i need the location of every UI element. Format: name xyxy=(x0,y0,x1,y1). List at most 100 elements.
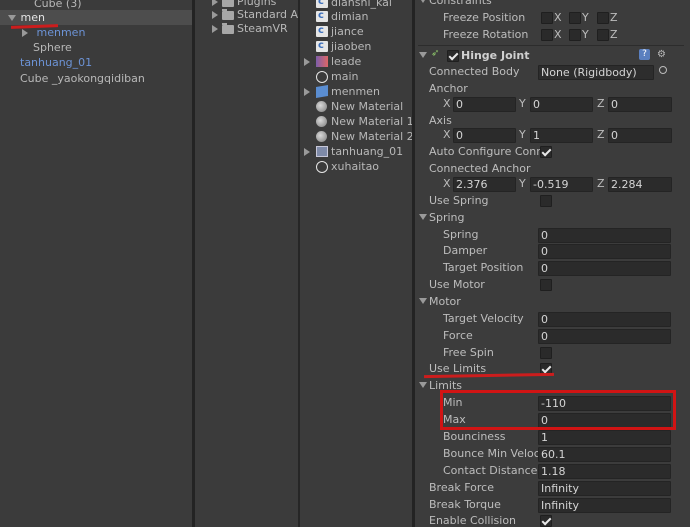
asset-item[interactable]: jiaoben xyxy=(300,38,412,54)
script-icon xyxy=(316,8,328,23)
inspector-panel: Constraints Freeze Position X Y Z Freeze… xyxy=(415,0,690,527)
connected-anchor-x-field[interactable]: 2.376 xyxy=(453,177,516,192)
axis-y-label: Y xyxy=(519,97,526,110)
connected-anchor-z-field[interactable]: 2.284 xyxy=(608,177,672,192)
enable-collision-checkbox[interactable] xyxy=(540,515,552,527)
section-divider xyxy=(418,45,690,46)
auto-configure-label: Auto Configure Conr xyxy=(429,145,541,158)
asset-item[interactable]: menmen xyxy=(300,84,412,99)
model-icon xyxy=(316,146,328,157)
auto-configure-checkbox[interactable] xyxy=(540,146,552,158)
asset-label: main xyxy=(331,70,359,83)
axis-x-field[interactable]: 0 xyxy=(453,128,516,143)
use-motor-label: Use Motor xyxy=(429,278,485,291)
project-file-list: dianshi_kai dimian jiance jiaoben leade … xyxy=(300,0,412,527)
scrollbar[interactable] xyxy=(684,0,690,527)
anchor-label: Anchor xyxy=(429,82,468,95)
axis-x-label: X xyxy=(443,97,451,110)
motor-section-label: Motor xyxy=(429,295,461,308)
connected-body-field[interactable]: None (Rigidbody) xyxy=(538,65,654,80)
folder-item[interactable]: SteamVR xyxy=(195,21,298,36)
expand-arrow-icon[interactable] xyxy=(419,298,427,304)
axis-z-label: Z xyxy=(597,128,605,141)
asset-label: xuhaitao xyxy=(331,160,380,173)
folder-item[interactable]: Standard A xyxy=(195,7,298,22)
expand-arrow-icon[interactable] xyxy=(212,11,218,19)
bounciness-field[interactable]: 1 xyxy=(538,430,671,445)
asset-item[interactable]: New Material 2 xyxy=(300,129,412,144)
contact-distance-field[interactable]: 1.18 xyxy=(538,464,671,479)
axis-y-field[interactable]: 1 xyxy=(530,128,593,143)
freeze-position-x-checkbox[interactable] xyxy=(541,12,553,24)
break-force-label: Break Force xyxy=(429,481,494,494)
expand-arrow-icon[interactable] xyxy=(419,0,427,3)
asset-item[interactable]: jiance xyxy=(300,23,412,39)
hierarchy-item-label: menmen xyxy=(36,26,86,39)
target-velocity-field[interactable]: 0 xyxy=(538,312,671,327)
bounce-min-velocity-field[interactable]: 60.1 xyxy=(538,447,671,462)
hierarchy-item-cube-yaokong[interactable]: Cube _yaokongqidiban xyxy=(0,71,192,86)
axis-y-label: Y xyxy=(582,11,589,24)
freeze-rotation-x-checkbox[interactable] xyxy=(541,29,553,41)
force-label: Force xyxy=(443,329,473,342)
folder-icon xyxy=(221,22,234,34)
anchor-x-field[interactable]: 0 xyxy=(453,97,516,112)
asset-item[interactable]: main xyxy=(300,69,412,84)
free-spin-checkbox[interactable] xyxy=(540,347,552,359)
expand-arrow-icon[interactable] xyxy=(419,382,427,388)
break-torque-label: Break Torque xyxy=(429,498,501,511)
expand-arrow-icon[interactable] xyxy=(22,29,28,37)
hierarchy-item-sphere[interactable]: Sphere xyxy=(0,40,192,55)
asset-item[interactable]: tanhuang_01 xyxy=(300,144,412,159)
axis-y-label: Y xyxy=(582,28,589,41)
anchor-z-field[interactable]: 0 xyxy=(608,97,672,112)
freeze-rotation-z-checkbox[interactable] xyxy=(597,29,609,41)
collapse-arrow-icon[interactable] xyxy=(419,52,427,58)
force-field[interactable]: 0 xyxy=(538,329,671,344)
freeze-position-z-checkbox[interactable] xyxy=(597,12,609,24)
expand-arrow-icon[interactable] xyxy=(304,58,310,66)
annotation-highlight-box xyxy=(440,390,676,430)
bounce-min-velocity-label: Bounce Min Veloci xyxy=(443,447,543,460)
axis-x-label: X xyxy=(443,177,451,190)
break-torque-field[interactable]: Infinity xyxy=(538,498,671,513)
freeze-position-y-checkbox[interactable] xyxy=(569,12,581,24)
break-force-field[interactable]: Infinity xyxy=(538,481,671,496)
enable-collision-label: Enable Collision xyxy=(429,514,517,527)
use-spring-label: Use Spring xyxy=(429,194,489,207)
asset-item[interactable]: leade xyxy=(300,54,412,69)
axis-x-label: X xyxy=(443,128,451,141)
use-motor-checkbox[interactable] xyxy=(540,279,552,291)
expand-arrow-icon[interactable] xyxy=(419,214,427,220)
asset-item[interactable]: dimian xyxy=(300,8,412,24)
expand-arrow-icon[interactable] xyxy=(212,25,218,33)
hierarchy-panel: Cube (3) men menmen Sphere tanhuang_01 C… xyxy=(0,0,192,527)
asset-item[interactable]: New Material xyxy=(300,99,412,114)
hinge-joint-icon: ➶ xyxy=(431,48,440,59)
expand-arrow-icon[interactable] xyxy=(304,88,310,96)
hierarchy-item-men[interactable]: men xyxy=(0,10,192,25)
damper-field[interactable]: 0 xyxy=(538,244,671,259)
axis-z-field[interactable]: 0 xyxy=(608,128,672,143)
axis-z-label: Z xyxy=(597,177,605,190)
spring-field[interactable]: 0 xyxy=(538,228,671,243)
script-icon xyxy=(316,38,328,53)
freeze-rotation-y-checkbox[interactable] xyxy=(569,29,581,41)
axis-y-label: Y xyxy=(519,177,526,190)
expand-arrow-icon[interactable] xyxy=(212,0,218,6)
help-icon[interactable]: ? xyxy=(639,49,650,60)
asset-item[interactable]: xuhaitao xyxy=(300,159,412,174)
material-icon xyxy=(316,131,327,142)
anchor-y-field[interactable]: 0 xyxy=(530,97,593,112)
expand-arrow-icon[interactable] xyxy=(304,148,310,156)
component-enabled-checkbox[interactable] xyxy=(447,50,459,62)
expand-arrow-icon[interactable] xyxy=(8,15,16,21)
connected-anchor-y-field[interactable]: -0.519 xyxy=(530,177,593,192)
hierarchy-item-tanhuang[interactable]: tanhuang_01 xyxy=(0,55,192,70)
target-position-field[interactable]: 0 xyxy=(538,261,671,276)
use-spring-checkbox[interactable] xyxy=(540,195,552,207)
contact-distance-label: Contact Distance xyxy=(443,464,538,477)
asset-item[interactable]: New Material 1 xyxy=(300,114,412,129)
settings-gear-icon[interactable]: ⚙ xyxy=(656,49,667,60)
object-picker-icon[interactable] xyxy=(659,66,667,74)
